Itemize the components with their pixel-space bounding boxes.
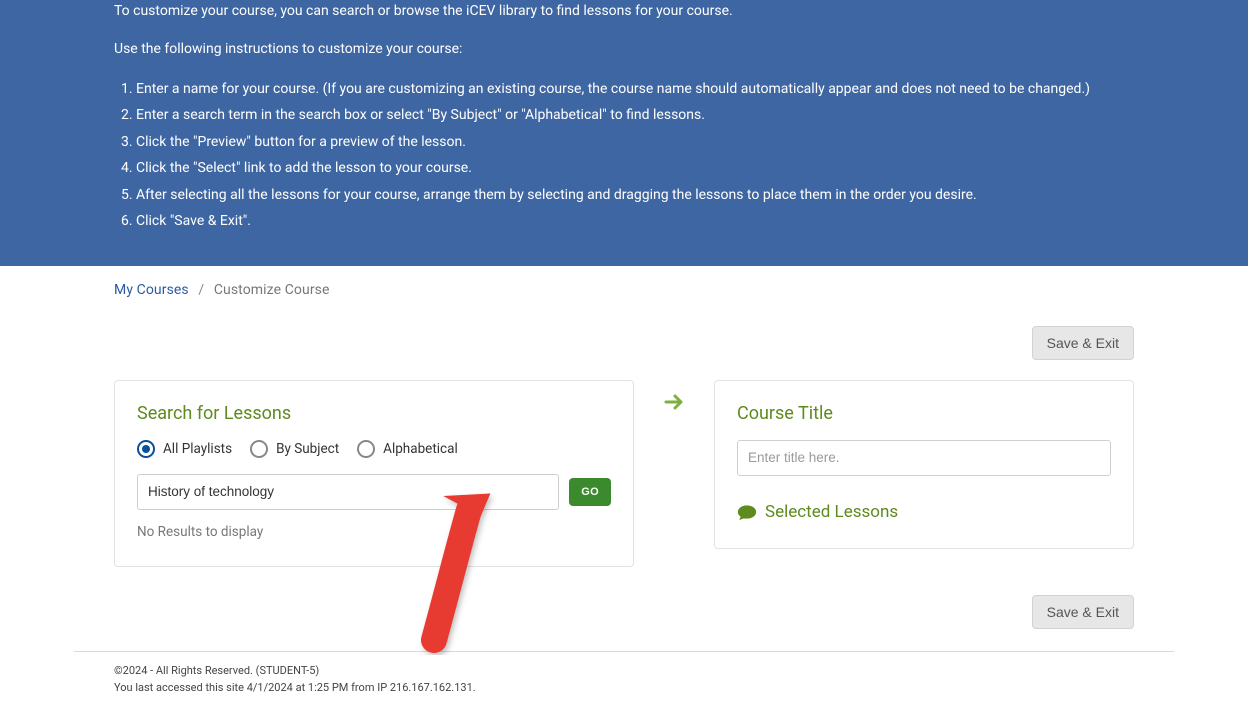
course-title-card: Course Title Selected Lessons xyxy=(714,380,1134,549)
arrow-divider xyxy=(654,380,694,414)
banner-step: Enter a search term in the search box or… xyxy=(136,103,1134,128)
instruction-banner: To customize your course, you can search… xyxy=(0,0,1248,266)
breadcrumb: My Courses / Customize Course xyxy=(114,282,1134,298)
breadcrumb-my-courses[interactable]: My Courses xyxy=(114,282,189,298)
banner-step: Click "Save & Exit". xyxy=(136,209,1134,234)
course-title-input[interactable] xyxy=(737,440,1111,476)
breadcrumb-current: Customize Course xyxy=(214,282,330,298)
banner-step: Enter a name for your course. (If you ar… xyxy=(136,77,1134,102)
banner-intro: To customize your course, you can search… xyxy=(114,0,1134,22)
radio-all-playlists[interactable]: All Playlists xyxy=(137,440,232,458)
banner-lead-in: Use the following instructions to custom… xyxy=(114,38,1134,60)
search-lessons-card: Search for Lessons All Playlists By Subj… xyxy=(114,380,634,567)
radio-label: Alphabetical xyxy=(383,441,458,457)
save-exit-button-top[interactable]: Save & Exit xyxy=(1032,326,1134,360)
banner-step: Click the "Select" link to add the lesso… xyxy=(136,156,1134,181)
go-button[interactable]: GO xyxy=(569,478,611,506)
selected-lessons-heading: Selected Lessons xyxy=(737,502,1111,522)
selected-lessons-label: Selected Lessons xyxy=(765,502,898,522)
banner-step: Click the "Preview" button for a preview… xyxy=(136,130,1134,155)
speech-bubble-icon xyxy=(737,503,757,521)
radio-icon-selected xyxy=(137,440,155,458)
radio-icon-unselected xyxy=(357,440,375,458)
radio-by-subject[interactable]: By Subject xyxy=(250,440,339,458)
banner-steps: Enter a name for your course. (If you ar… xyxy=(114,77,1134,234)
radio-icon-unselected xyxy=(250,440,268,458)
search-input[interactable] xyxy=(137,474,559,510)
banner-step: After selecting all the lessons for your… xyxy=(136,183,1134,208)
search-lessons-heading: Search for Lessons xyxy=(137,403,611,424)
arrow-right-icon xyxy=(662,390,686,414)
radio-alphabetical[interactable]: Alphabetical xyxy=(357,440,458,458)
save-exit-button-bottom[interactable]: Save & Exit xyxy=(1032,595,1134,629)
no-results-text: No Results to display xyxy=(137,524,611,540)
breadcrumb-separator: / xyxy=(198,282,204,298)
radio-label: By Subject xyxy=(276,441,339,457)
radio-label: All Playlists xyxy=(163,441,232,457)
course-title-heading: Course Title xyxy=(737,403,1111,424)
footer-last-access: You last accessed this site 4/1/2024 at … xyxy=(114,679,1134,697)
footer-copyright: ©2024 - All Rights Reserved. (STUDENT-5) xyxy=(114,662,1134,680)
